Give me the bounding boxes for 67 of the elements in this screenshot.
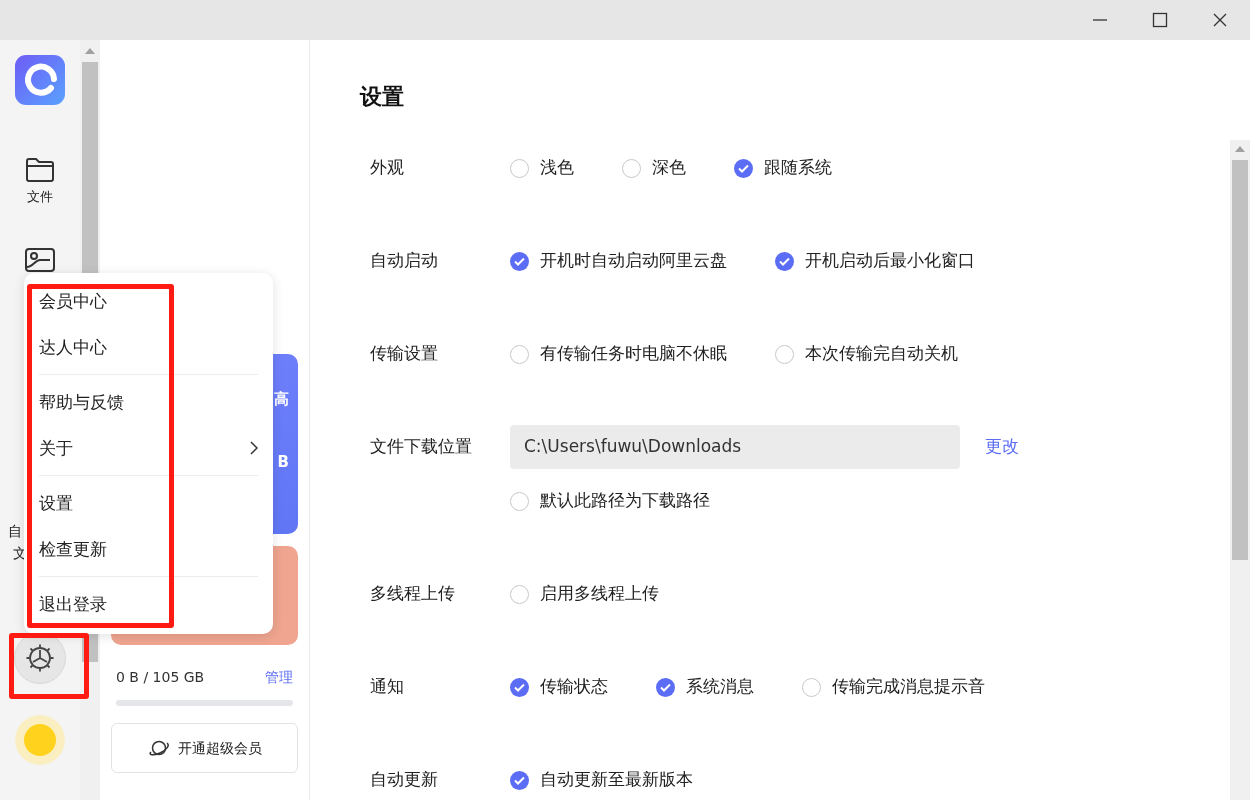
checked-radio[interactable] bbox=[510, 677, 529, 697]
menu-item[interactable]: 帮助与反馈 bbox=[39, 389, 124, 415]
checked-radio[interactable] bbox=[510, 770, 529, 790]
check-icon bbox=[514, 775, 525, 785]
menu-item[interactable]: 达人中心 bbox=[39, 334, 107, 360]
menu-item[interactable]: 检查更新 bbox=[39, 536, 107, 562]
folder-icon bbox=[25, 157, 55, 183]
setting-label: 自动启动 bbox=[370, 249, 439, 273]
scrollbar-thumb[interactable] bbox=[1232, 160, 1248, 560]
check-icon bbox=[514, 256, 525, 266]
download-path-field[interactable]: C:\Users\fuwu\Downloads bbox=[510, 425, 960, 469]
photo-icon bbox=[25, 247, 55, 272]
check-icon bbox=[660, 682, 671, 692]
scroll-up-icon[interactable] bbox=[1235, 146, 1245, 152]
checked-radio[interactable] bbox=[510, 251, 529, 271]
option-label: 深色 bbox=[652, 156, 686, 180]
setting-label: 外观 bbox=[370, 156, 405, 180]
close-icon[interactable] bbox=[1212, 12, 1228, 28]
radio-button[interactable] bbox=[510, 344, 529, 364]
checked-radio[interactable] bbox=[775, 251, 794, 271]
radio-button[interactable] bbox=[510, 158, 529, 178]
option-label: 传输状态 bbox=[540, 675, 608, 699]
page-title: 设置 bbox=[360, 83, 405, 111]
card-text: B bbox=[277, 451, 289, 473]
option-label: 默认此路径为下载路径 bbox=[540, 489, 710, 513]
option-label: 开机时自动启动阿里云盘 bbox=[540, 249, 727, 273]
nav-item[interactable]: 文件 bbox=[10, 157, 70, 207]
setting-label: 自动更新 bbox=[370, 768, 439, 792]
checked-radio[interactable] bbox=[656, 677, 675, 697]
option-label: 有传输任务时电脑不休眠 bbox=[540, 342, 727, 366]
checked-radio[interactable] bbox=[734, 158, 753, 178]
vip-button[interactable]: 开通超级会员 bbox=[111, 723, 298, 773]
option-label: 启用多线程上传 bbox=[540, 582, 659, 606]
nav-label: 自 bbox=[8, 521, 23, 541]
menu-item[interactable]: 关于 bbox=[39, 435, 73, 461]
setting-label: 多线程上传 bbox=[370, 582, 456, 606]
option-label: 传输完成消息提示音 bbox=[832, 675, 985, 699]
check-icon bbox=[514, 682, 525, 692]
radio-button[interactable] bbox=[775, 344, 794, 364]
menu-item[interactable]: 会员中心 bbox=[39, 288, 107, 314]
option-label: 浅色 bbox=[540, 156, 574, 180]
option-label: 系统消息 bbox=[686, 675, 754, 699]
card-text: 高 bbox=[274, 389, 289, 410]
settings-icon[interactable] bbox=[25, 642, 55, 673]
app-logo[interactable] bbox=[15, 55, 65, 105]
option-label: 跟随系统 bbox=[764, 156, 832, 180]
change-link[interactable]: 更改 bbox=[985, 434, 1019, 460]
maximize-icon[interactable] bbox=[1152, 12, 1168, 28]
menu-item[interactable]: 退出登录 bbox=[39, 591, 107, 617]
radio-button[interactable] bbox=[510, 491, 529, 511]
setting-label: 通知 bbox=[370, 675, 405, 699]
planet-icon bbox=[147, 738, 170, 758]
setting-label: 传输设置 bbox=[370, 342, 439, 366]
check-icon bbox=[738, 163, 749, 173]
radio-button[interactable] bbox=[802, 677, 821, 697]
option-label: 自动更新至最新版本 bbox=[540, 768, 693, 792]
option-label: 开机启动后最小化窗口 bbox=[805, 249, 975, 273]
menu-item[interactable]: 设置 bbox=[39, 490, 73, 516]
radio-button[interactable] bbox=[622, 158, 641, 178]
radio-button[interactable] bbox=[510, 584, 529, 604]
option-label: 本次传输完自动关机 bbox=[805, 342, 958, 366]
storage-usage: 0 B / 105 GB bbox=[116, 668, 205, 687]
check-icon bbox=[779, 256, 790, 266]
chevron-right-icon[interactable] bbox=[250, 441, 258, 455]
setting-label: 文件下载位置 bbox=[370, 435, 473, 459]
scroll-up-icon[interactable] bbox=[85, 48, 95, 54]
manage-link[interactable]: 管理 bbox=[265, 667, 293, 688]
